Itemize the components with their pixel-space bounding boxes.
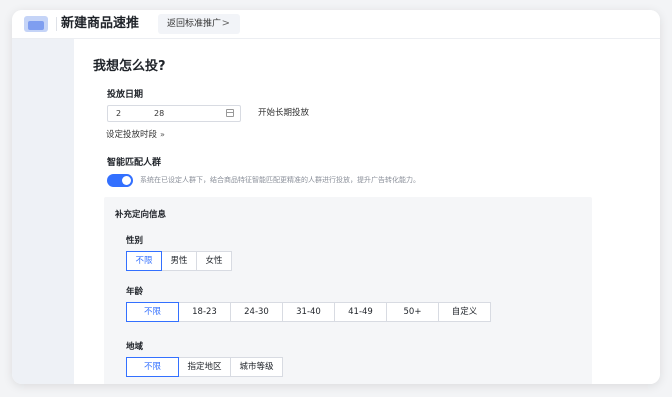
smart-match-switch[interactable] [107, 174, 133, 187]
age-option-custom[interactable]: 自定义 [438, 302, 491, 322]
start-date-value: 2 [116, 109, 122, 118]
age-selector: 不限 18-23 24-30 31-40 41-49 50+ 自定义 [126, 302, 491, 322]
gender-option-female[interactable]: 女性 [196, 251, 232, 271]
targeting-card: 补充定向信息 性别 不限 男性 女性 年龄 不限 18-23 24-30 31-… [104, 197, 592, 384]
calendar-icon [226, 109, 234, 117]
chevron-right-icon: > [221, 18, 230, 29]
end-date-value: 28 [154, 109, 165, 118]
age-label: 年龄 [126, 287, 144, 297]
set-period-toggle[interactable]: 设定投放时段» [106, 129, 165, 141]
region-label: 地域 [126, 342, 144, 352]
age-option-41-49[interactable]: 41-49 [334, 302, 387, 322]
back-link-label: 返回标准推广 [167, 19, 222, 29]
left-sidebar [12, 39, 74, 384]
gender-option-any[interactable]: 不限 [126, 251, 162, 271]
age-option-24-30[interactable]: 24-30 [230, 302, 283, 322]
date-label: 投放日期 [107, 90, 144, 100]
targeting-title: 补充定向信息 [115, 210, 167, 220]
gender-label: 性别 [126, 236, 144, 246]
smart-match-description: 系统在已设定人群下，结合商品特征智能匹配更精准的人群进行投放，提升广告转化能力。 [140, 176, 420, 184]
back-to-standard-button[interactable]: 返回标准推广 > [158, 14, 240, 34]
gender-option-male[interactable]: 男性 [161, 251, 197, 271]
region-selector: 不限 指定地区 城市等级 [126, 357, 283, 377]
smart-match-label: 智能匹配人群 [107, 158, 162, 168]
switch-knob [122, 176, 131, 185]
divider [56, 17, 57, 31]
gender-selector: 不限 男性 女性 [126, 251, 232, 271]
chevron-down-icon: » [160, 130, 165, 139]
age-option-18-23[interactable]: 18-23 [178, 302, 231, 322]
app-window: 新建商品速推 返回标准推广 > 我想怎么投? 投放日期 2 28 开始长期投放 … [12, 10, 660, 384]
region-option-city-tier[interactable]: 城市等级 [230, 357, 283, 377]
region-option-specified[interactable]: 指定地区 [178, 357, 231, 377]
age-option-50-plus[interactable]: 50+ [386, 302, 439, 322]
age-option-any[interactable]: 不限 [126, 302, 179, 322]
app-logo-icon [24, 16, 48, 32]
region-option-any[interactable]: 不限 [126, 357, 179, 377]
long-term-option[interactable]: 开始长期投放 [258, 105, 309, 122]
set-period-label: 设定投放时段 [106, 130, 158, 140]
main-content: 我想怎么投? 投放日期 2 28 开始长期投放 设定投放时段» 智能匹配人群 系… [74, 39, 660, 384]
date-range-picker[interactable]: 2 28 [107, 105, 241, 122]
age-option-31-40[interactable]: 31-40 [282, 302, 335, 322]
section-title: 我想怎么投? [93, 59, 166, 74]
page-title: 新建商品速推 [61, 16, 140, 31]
top-bar: 新建商品速推 返回标准推广 > [12, 10, 660, 39]
